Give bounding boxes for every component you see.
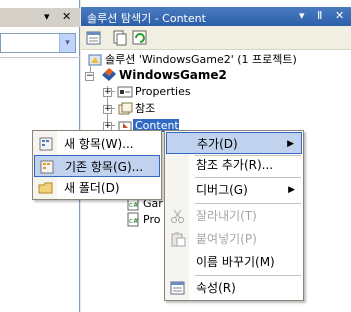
show-all-files-button[interactable] xyxy=(111,29,129,47)
menu-separator xyxy=(195,275,301,276)
refresh-button[interactable] xyxy=(131,29,149,47)
close-icon[interactable]: ✕ xyxy=(335,9,344,22)
project-icon xyxy=(101,67,117,83)
tree-item-label: 참조 xyxy=(135,102,156,115)
tree-item-label: Properties xyxy=(135,85,191,98)
context-menu: 추가(D) ▶ 참조 추가(R)... 디버그(G) ▶ 잘라내기(T) 붙여넣… xyxy=(164,130,304,301)
code-file-icon: c# xyxy=(125,212,141,228)
submenu-arrow-icon: ▶ xyxy=(288,185,295,195)
menu-item-add[interactable]: 추가(D) ▶ xyxy=(166,132,302,154)
window-position-icon[interactable]: ▾ xyxy=(299,9,305,22)
window-title: 솔루션 탐색기 - Content xyxy=(87,12,206,25)
tree-item-solution[interactable]: 솔루션 'WindowsGame2' (1 프로젝트) xyxy=(87,52,297,68)
menu-item-cut[interactable]: 잘라내기(T) xyxy=(166,205,302,227)
solution-explorer-titlebar: 솔루션 탐색기 - Content ▾ Ⅱ ✕ xyxy=(81,7,351,26)
properties-toolbar-button[interactable] xyxy=(85,29,103,47)
left-pane-combobox[interactable]: ▾ xyxy=(0,33,76,53)
tree-item-references[interactable]: 참조 xyxy=(117,101,155,117)
existing-item-icon xyxy=(40,160,54,174)
tree-item-properties[interactable]: Properties xyxy=(117,84,191,100)
expand-toggle[interactable]: + xyxy=(103,88,112,97)
menu-item-add-reference[interactable]: 참조 추가(R)... xyxy=(166,154,302,176)
pin-icon[interactable]: Ⅱ xyxy=(317,9,322,22)
menu-item-paste[interactable]: 붙여넣기(P) xyxy=(166,228,302,250)
left-pane-titlebar: ▾ ✕ xyxy=(0,8,80,27)
tree-item-project[interactable]: WindowsGame2 xyxy=(101,67,227,83)
collapse-toggle[interactable]: − xyxy=(85,72,94,81)
solution-explorer-toolbar xyxy=(81,26,351,50)
new-item-icon xyxy=(39,137,53,151)
tree-item-label: 솔루션 'WindowsGame2' (1 프로젝트) xyxy=(105,53,297,66)
scissors-icon xyxy=(171,209,184,223)
menu-item-existing-item[interactable]: 기존 항목(G)... xyxy=(34,155,160,177)
menu-separator xyxy=(195,177,301,178)
properties-folder-icon xyxy=(117,84,133,100)
properties-icon xyxy=(86,31,101,45)
new-folder-icon xyxy=(38,182,53,194)
show-all-files-icon xyxy=(113,30,127,46)
refresh-icon xyxy=(132,30,147,45)
menu-item-new-item[interactable]: 새 항목(W)... xyxy=(34,133,160,155)
svg-text:c#: c# xyxy=(129,201,139,209)
pane-dropdown-icon[interactable]: ▾ xyxy=(44,10,50,23)
menu-separator xyxy=(195,203,301,204)
tree-item-label: Pro xyxy=(143,213,161,226)
menu-item-new-folder[interactable]: 새 폴더(D) xyxy=(34,177,160,199)
menu-item-rename[interactable]: 이름 바꾸기(M) xyxy=(166,251,302,273)
properties-icon xyxy=(170,281,185,295)
menu-item-debug[interactable]: 디버그(G) ▶ xyxy=(166,179,302,201)
add-submenu: 새 항목(W)... 기존 항목(G)... 새 폴더(D) xyxy=(32,130,162,200)
svg-text:c#: c# xyxy=(129,217,139,225)
close-icon[interactable]: ✕ xyxy=(62,10,71,23)
submenu-arrow-icon: ▶ xyxy=(287,139,294,149)
paste-icon xyxy=(171,232,186,247)
tree-item-label: WindowsGame2 xyxy=(119,68,227,82)
expand-toggle[interactable]: + xyxy=(103,105,112,114)
solution-icon xyxy=(87,52,103,68)
references-icon xyxy=(117,101,133,117)
tree-item-program[interactable]: c# Pro xyxy=(125,212,160,228)
chevron-down-icon[interactable]: ▾ xyxy=(59,34,75,52)
divider xyxy=(0,57,80,58)
menu-item-properties[interactable]: 속성(R) xyxy=(166,277,302,299)
